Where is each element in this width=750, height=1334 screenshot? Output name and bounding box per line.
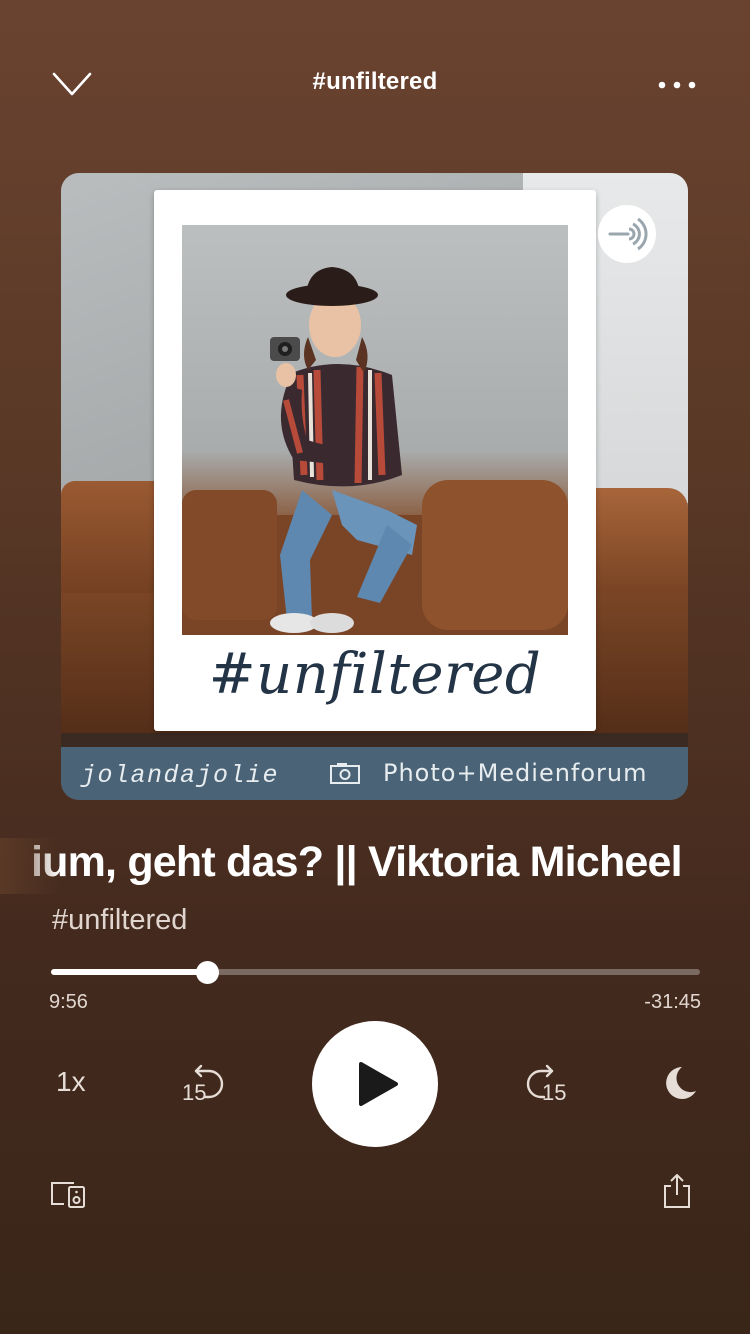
connect-devices-button[interactable] [50,1180,88,1210]
polaroid-frame: #unfiltered [154,190,596,731]
artwork-caption: #unfiltered [208,642,542,707]
episode-artwork: #unfiltered jolandajolie Photo+Medienfor… [61,173,688,800]
elapsed-time: 9:56 [49,991,88,1013]
more-button[interactable] [652,70,702,100]
forward-seconds-label: 15 [542,1080,566,1105]
more-dots-icon [658,81,696,89]
share-button[interactable] [662,1172,692,1210]
forward-15-button[interactable]: 15 [522,1062,572,1106]
page-title: #unfiltered [312,68,438,95]
progress-slider[interactable] [51,961,700,984]
person-illustration [182,267,568,635]
show-name-link[interactable]: #unfiltered [52,904,187,937]
devices-icon [51,1182,85,1208]
progress-fill [51,969,207,975]
marquee-fade [0,838,60,894]
moon-icon [666,1067,696,1099]
credit-photographer: jolandajolie [81,761,280,790]
rewind-seconds-label: 15 [182,1080,206,1105]
credit-organization: Photo+Medienforum [383,759,648,787]
forward-icon: 15 [526,1064,566,1105]
play-icon [359,1062,398,1106]
artwork-photo [182,225,568,635]
share-icon [664,1174,690,1208]
episode-title: ium, geht das? || Viktoria Micheel [31,838,683,886]
camera-icon [329,761,361,785]
playback-speed-button[interactable]: 1x [56,1066,86,1098]
sleep-timer-button[interactable] [658,1063,698,1103]
anchor-podcast-icon [598,205,656,263]
rewind-15-button[interactable]: 15 [178,1062,228,1106]
rewind-icon: 15 [182,1064,224,1105]
play-button[interactable] [312,1021,438,1147]
progress-knob[interactable] [195,961,219,984]
episode-title-marquee: ium, geht das? || Viktoria Micheel [0,838,750,894]
remaining-time: -31:45 [644,991,701,1013]
